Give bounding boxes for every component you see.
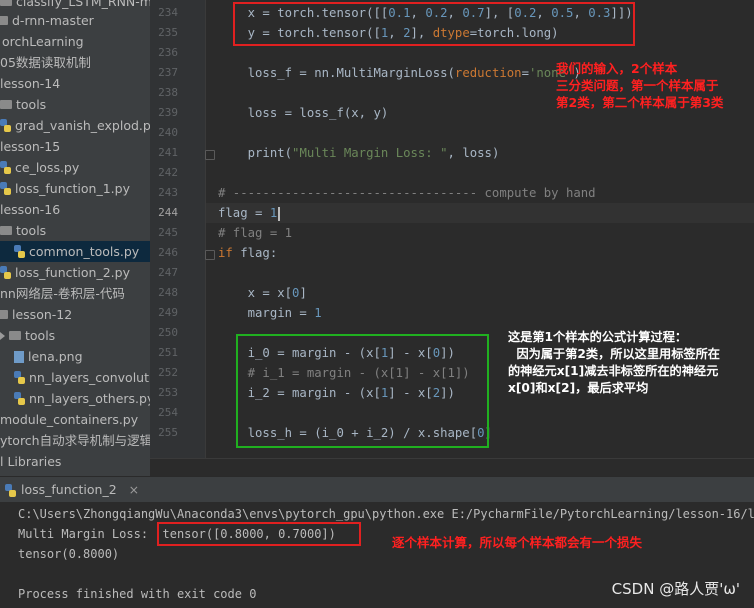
- output-annotation: 逐个样本计算，所以每个样本都会有一个损失: [392, 535, 643, 550]
- code-line[interactable]: if flag:: [218, 246, 277, 260]
- output-highlight-box: [157, 522, 361, 546]
- code-line-comment[interactable]: # flag = 1: [218, 226, 292, 240]
- console-line: tensor(0.8000): [18, 547, 120, 561]
- code-line[interactable]: margin = 1: [218, 306, 322, 320]
- line-number: 243: [158, 186, 178, 199]
- python-file-icon: [0, 119, 11, 132]
- console-line: Process finished with exit code 0: [18, 587, 257, 601]
- calc-highlight-box: [236, 334, 489, 448]
- line-number: 250: [158, 326, 178, 339]
- line-number: 234: [158, 6, 178, 19]
- tree-item-folder[interactable]: lesson-14: [0, 73, 150, 94]
- text-cursor: [278, 206, 281, 221]
- console-line: C:\Users\ZhongqiangWu\Anaconda3\envs\pyt…: [18, 507, 754, 521]
- tree-item-folder[interactable]: lesson-12: [0, 304, 150, 325]
- project-tree: classify_LSTM_RNN-master d-rnn-master or…: [0, 0, 150, 476]
- tree-item-file[interactable]: nn_layers_others.py: [14, 388, 150, 409]
- line-number: 252: [158, 366, 178, 379]
- tree-item-folder[interactable]: lesson-16: [0, 199, 150, 220]
- tree-item-file[interactable]: module_containers.py: [0, 409, 150, 430]
- tree-item-folder[interactable]: d-rnn-master: [0, 10, 150, 31]
- line-number-current: 244: [158, 206, 178, 219]
- line-number: 245: [158, 226, 178, 239]
- tree-item-folder[interactable]: tools: [0, 220, 150, 241]
- code-line[interactable]: x = x[0]: [218, 286, 307, 300]
- line-numbers: 234 235 236 237 238 239 240 241 242 243 …: [150, 0, 205, 458]
- tree-item-libraries[interactable]: l Libraries: [0, 451, 150, 472]
- tree-item-file-selected[interactable]: common_tools.py: [0, 241, 150, 262]
- editor-bottom-bar: [150, 458, 754, 477]
- python-file-icon: [0, 266, 11, 279]
- folder-icon: [0, 16, 8, 25]
- folder-icon: [0, 310, 8, 319]
- tree-item-file[interactable]: nn_layers_convolution: [14, 367, 150, 388]
- folder-icon: [0, 0, 12, 6]
- tree-item-file[interactable]: grad_vanish_explod.py: [0, 115, 150, 136]
- line-number: 242: [158, 166, 178, 179]
- code-line[interactable]: loss = loss_f(x, y): [218, 106, 389, 120]
- line-number: 249: [158, 306, 178, 319]
- line-number: 237: [158, 66, 178, 79]
- watermark: CSDN @路人贾'ω': [611, 580, 740, 598]
- run-tab[interactable]: loss_function_2 ×: [0, 477, 139, 502]
- run-tool-window-header: loss_function_2 ×: [0, 476, 754, 503]
- tree-item-file[interactable]: loss_function_2.py: [0, 262, 150, 283]
- tree-item-folder[interactable]: orchLearning: [0, 31, 150, 52]
- tree-item-folder[interactable]: 05数据读取机制: [0, 52, 150, 73]
- folder-icon: [9, 331, 21, 340]
- image-file-icon: [14, 350, 24, 363]
- tree-item-folder[interactable]: nn网络层-卷积层-代码: [0, 283, 150, 304]
- fold-marker-icon[interactable]: [205, 150, 215, 160]
- folder-icon: [0, 226, 12, 235]
- python-file-icon: [14, 245, 25, 258]
- line-number: 236: [158, 46, 178, 59]
- line-number: 251: [158, 346, 178, 359]
- python-file-icon: [0, 182, 11, 195]
- tree-item-folder[interactable]: lesson-15: [0, 136, 150, 157]
- line-number: 238: [158, 86, 178, 99]
- line-number: 239: [158, 106, 178, 119]
- close-icon[interactable]: ×: [129, 477, 139, 502]
- line-number: 246: [158, 246, 178, 259]
- tree-item-file[interactable]: ce_loss.py: [0, 157, 150, 178]
- code-line-current[interactable]: flag = 1: [218, 206, 281, 221]
- tree-item-file[interactable]: lena.png: [14, 346, 150, 367]
- line-number: 247: [158, 266, 178, 279]
- input-annotation: 我们的输入，2个样本 三分类问题，第一个样本属于 第2类，第二个样本属于第3类: [556, 61, 724, 110]
- line-number: 254: [158, 406, 178, 419]
- line-number: 235: [158, 26, 178, 39]
- code-line-comment[interactable]: # --------------------------------- comp…: [218, 186, 596, 200]
- line-number: 248: [158, 286, 178, 299]
- chevron-right-icon[interactable]: [0, 331, 5, 340]
- tree-item-folder[interactable]: tools: [0, 325, 150, 346]
- code-line[interactable]: print("Multi Margin Loss: ", loss): [218, 146, 500, 160]
- calc-annotation: 这是第1个样本的公式计算过程： 因为属于第2类，所以这里用标签所在 的神经元x[…: [508, 330, 720, 395]
- line-number: 240: [158, 126, 178, 139]
- line-number: 255: [158, 426, 178, 439]
- line-number: 241: [158, 146, 178, 159]
- folder-icon: [0, 100, 12, 109]
- tree-item-folder[interactable]: tools: [0, 94, 150, 115]
- line-number: 253: [158, 386, 178, 399]
- code-line[interactable]: loss_f = nn.MultiMarginLoss(reduction='n…: [218, 66, 581, 80]
- python-file-icon: [14, 392, 25, 405]
- python-file-icon: [14, 371, 25, 384]
- python-file-icon: [0, 161, 11, 174]
- tree-item-file[interactable]: loss_function_1.py: [0, 178, 150, 199]
- python-file-icon: [5, 484, 16, 497]
- tree-item-folder[interactable]: ytorch自动求导机制与逻辑回: [0, 430, 150, 451]
- run-tab-label: loss_function_2: [21, 482, 117, 497]
- fold-marker-icon[interactable]: [205, 250, 215, 260]
- input-highlight-box: [233, 2, 635, 46]
